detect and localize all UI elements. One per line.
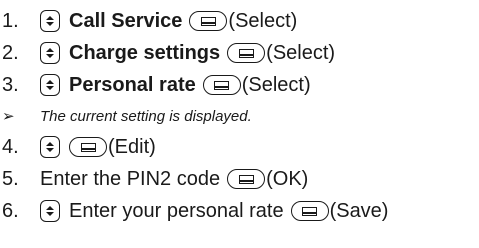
menu-item-label: Call Service: [69, 9, 183, 32]
up-down-nav-key-icon: [40, 74, 60, 96]
softkey-icon: [189, 11, 228, 31]
step-number: 2.: [2, 41, 19, 64]
result-note: ➢ The current setting is displayed.: [0, 102, 252, 130]
softkey-icon: [290, 201, 329, 221]
softkey-icon: [69, 137, 107, 157]
softkey-icon: [202, 75, 241, 95]
step-text: Enter your personal rate: [69, 199, 284, 222]
step-number: 5.: [2, 167, 19, 190]
softkey-action: (Select): [228, 9, 298, 32]
step-6: 6. Enter your personal rate (Save): [0, 195, 388, 227]
softkey-action: (OK): [266, 167, 309, 190]
up-down-nav-key-icon: [40, 10, 60, 32]
step-number: 4.: [2, 135, 19, 158]
up-down-nav-key-icon: [40, 136, 60, 158]
softkey-action: (Save): [329, 199, 389, 222]
step-2: 2. Charge settings (Select): [0, 37, 335, 69]
softkey-action: (Select): [241, 73, 311, 96]
step-3: 3. Personal rate (Select): [0, 69, 311, 101]
note-text: The current setting is displayed.: [40, 107, 252, 125]
softkey-action: (Edit): [108, 135, 156, 158]
softkey-icon: [227, 43, 266, 63]
up-down-nav-key-icon: [40, 42, 60, 64]
menu-item-label: Personal rate: [69, 73, 196, 96]
step-5: 5. Enter the PIN2 code (OK): [0, 163, 308, 195]
step-text: Enter the PIN2 code: [40, 167, 221, 190]
softkey-action: (Select): [266, 41, 336, 64]
step-number: 3.: [2, 73, 19, 96]
menu-item-label: Charge settings: [69, 41, 221, 64]
arrow-icon: ➢: [2, 108, 15, 125]
up-down-nav-key-icon: [40, 200, 60, 222]
step-1: 1. Call Service (Select): [0, 5, 297, 37]
step-4: 4. (Edit): [0, 131, 156, 163]
softkey-icon: [227, 169, 266, 189]
step-number: 1.: [2, 9, 19, 32]
step-number: 6.: [2, 199, 19, 222]
